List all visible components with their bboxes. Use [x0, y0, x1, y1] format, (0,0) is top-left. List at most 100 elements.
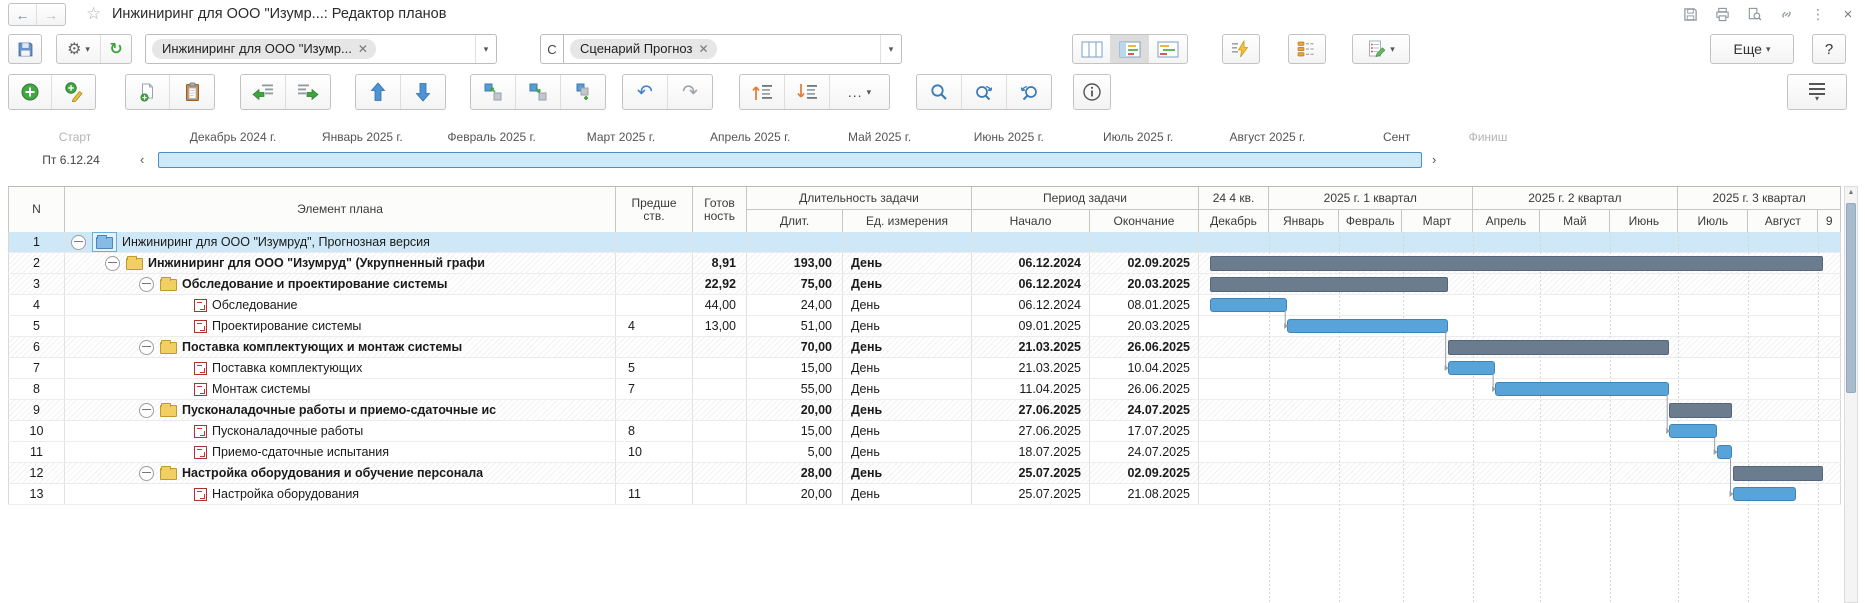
- scroll-up-icon[interactable]: ▲: [1845, 189, 1857, 196]
- info-button[interactable]: [1073, 74, 1111, 110]
- link-successor-button[interactable]: [516, 75, 561, 109]
- get-link-icon[interactable]: [1776, 4, 1796, 24]
- collapse-expander-icon[interactable]: [139, 466, 154, 481]
- add-button[interactable]: [9, 75, 52, 109]
- summary-bar[interactable]: [1210, 277, 1447, 292]
- timeline-scroll-right-icon[interactable]: ›: [1432, 152, 1436, 167]
- task-bar[interactable]: [1733, 487, 1796, 501]
- task-bar[interactable]: [1210, 298, 1287, 312]
- col-header-period-group[interactable]: Период задачи: [972, 187, 1199, 210]
- col-header-start[interactable]: Начало: [972, 210, 1090, 233]
- indent-button[interactable]: [286, 75, 330, 109]
- gantt-month-header[interactable]: 9: [1818, 210, 1841, 233]
- more-window-actions-icon[interactable]: ⋮: [1808, 4, 1828, 24]
- vertical-scrollbar[interactable]: ▲: [1844, 186, 1858, 603]
- print-icon[interactable]: [1712, 4, 1732, 24]
- gantt-quarter-header[interactable]: 2025 г. 2 квартал: [1473, 187, 1679, 210]
- timeline-scroll-left-icon[interactable]: ‹: [140, 152, 144, 167]
- move-up-button[interactable]: [356, 75, 401, 109]
- gantt-month-header[interactable]: Январь: [1269, 210, 1339, 233]
- level-more-button[interactable]: ...▾: [830, 75, 889, 109]
- expand-level-up-button[interactable]: [740, 75, 785, 109]
- settings-gear-button[interactable]: ⚙▾: [57, 35, 101, 63]
- col-header-unit[interactable]: Ед. измерения: [843, 210, 972, 233]
- timeline-range-slider[interactable]: [158, 152, 1422, 168]
- summary-bar[interactable]: [1733, 466, 1823, 481]
- table-row[interactable]: 5Проектирование системы413,0051,00День09…: [8, 316, 1841, 337]
- scenario-combo[interactable]: Сценарий Прогноз✕ ▾: [564, 34, 902, 64]
- redo-button[interactable]: ↷: [668, 75, 712, 109]
- collapse-expander-icon[interactable]: [105, 256, 120, 271]
- gantt-month-header[interactable]: Май: [1540, 210, 1610, 233]
- collapse-expander-icon[interactable]: [139, 403, 154, 418]
- table-row[interactable]: 10Пусконаладочные работы815,00День27.06.…: [8, 421, 1841, 442]
- move-down-button[interactable]: [401, 75, 445, 109]
- copy-button[interactable]: [126, 75, 170, 109]
- scale-down-button[interactable]: [1007, 75, 1051, 109]
- task-bar[interactable]: [1669, 424, 1717, 438]
- remove-chip-icon[interactable]: ✕: [698, 42, 708, 56]
- scenario-dropdown-button[interactable]: ▾: [880, 35, 901, 63]
- collapse-expander-icon[interactable]: [71, 235, 86, 250]
- table-row[interactable]: 12Настройка оборудования и обучение перс…: [8, 463, 1841, 484]
- table-menu-button[interactable]: ▾: [1787, 74, 1847, 110]
- task-bar[interactable]: [1717, 445, 1733, 459]
- expand-level-down-button[interactable]: [785, 75, 830, 109]
- col-header-name[interactable]: Элемент плана: [65, 187, 616, 233]
- table-row[interactable]: 4Обследование44,0024,00День06.12.202408.…: [8, 295, 1841, 316]
- gantt-quarter-header[interactable]: 24 4 кв.: [1199, 187, 1269, 210]
- gantt-month-header[interactable]: Апрель: [1473, 210, 1541, 233]
- col-header-readiness[interactable]: Готовность: [693, 187, 747, 233]
- table-row[interactable]: 11Приемо-сдаточные испытания105,00День18…: [8, 442, 1841, 463]
- plan-dropdown-button[interactable]: ▾: [475, 35, 496, 63]
- refresh-button[interactable]: ↻: [101, 35, 131, 63]
- summary-bar[interactable]: [1669, 403, 1732, 418]
- view-table-button[interactable]: [1073, 35, 1111, 63]
- gantt-month-header[interactable]: Февраль: [1339, 210, 1402, 233]
- summary-bar[interactable]: [1448, 340, 1670, 355]
- back-button[interactable]: ←: [9, 4, 37, 25]
- gantt-quarter-header[interactable]: 2025 г. 1 квартал: [1269, 187, 1472, 210]
- close-window-icon[interactable]: ×: [1838, 4, 1858, 24]
- gantt-month-header[interactable]: Июль: [1678, 210, 1748, 233]
- add-edit-button[interactable]: [52, 75, 95, 109]
- scale-up-button[interactable]: [962, 75, 1007, 109]
- undo-button[interactable]: ↶: [623, 75, 668, 109]
- paste-button[interactable]: [170, 75, 214, 109]
- col-header-predecessor[interactable]: Предшеств.: [616, 187, 693, 233]
- table-row[interactable]: 7Поставка комплектующих515,00День21.03.2…: [8, 358, 1841, 379]
- table-row[interactable]: 3Обследование и проектирование системы22…: [8, 274, 1841, 295]
- link-predecessor-button[interactable]: [471, 75, 516, 109]
- remove-chip-icon[interactable]: ✕: [358, 42, 368, 56]
- col-header-duration-group[interactable]: Длительность задачи: [747, 187, 972, 210]
- favorite-star-icon[interactable]: ☆: [86, 4, 101, 24]
- save-button[interactable]: [8, 34, 42, 64]
- col-header-duration[interactable]: Длит.: [747, 210, 843, 233]
- collapse-expander-icon[interactable]: [139, 277, 154, 292]
- gantt-month-header[interactable]: Июнь: [1610, 210, 1678, 233]
- plan-chip[interactable]: Инжиниринг для ООО "Изумр...✕: [152, 39, 376, 59]
- gantt-quarter-header[interactable]: 2025 г. 3 квартал: [1678, 187, 1841, 210]
- view-table-gantt-button[interactable]: [1111, 35, 1149, 63]
- search-button[interactable]: [917, 75, 962, 109]
- table-row[interactable]: 9Пусконаладочные работы и приемо-сдаточн…: [8, 400, 1841, 421]
- link-add-button[interactable]: [561, 75, 605, 109]
- view-gantt-button[interactable]: [1149, 35, 1187, 63]
- collapse-expander-icon[interactable]: [139, 340, 154, 355]
- plan-combo[interactable]: Инжиниринг для ООО "Изумр...✕ ▾: [145, 34, 497, 64]
- task-bar[interactable]: [1495, 382, 1669, 396]
- save-window-icon[interactable]: [1680, 4, 1700, 24]
- help-button[interactable]: ?: [1812, 34, 1846, 64]
- col-header-num[interactable]: N: [8, 187, 65, 233]
- col-header-end[interactable]: Окончание: [1090, 210, 1199, 233]
- gantt-month-header[interactable]: Август: [1748, 210, 1818, 233]
- task-bar[interactable]: [1448, 361, 1496, 375]
- table-row[interactable]: 8Монтаж системы755,00День11.04.202526.06…: [8, 379, 1841, 400]
- forward-button[interactable]: →: [37, 4, 65, 25]
- table-row[interactable]: 1Инжиниринг для ООО "Изумруд", Прогнозна…: [8, 232, 1841, 253]
- scenario-chip[interactable]: Сценарий Прогноз✕: [570, 39, 717, 59]
- scrollbar-thumb[interactable]: [1846, 203, 1856, 393]
- table-row[interactable]: 2Инжиниринг для ООО "Изумруд" (Укрупненн…: [8, 253, 1841, 274]
- table-row[interactable]: 13Настройка оборудования1120,00День25.07…: [8, 484, 1841, 505]
- outdent-button[interactable]: [241, 75, 286, 109]
